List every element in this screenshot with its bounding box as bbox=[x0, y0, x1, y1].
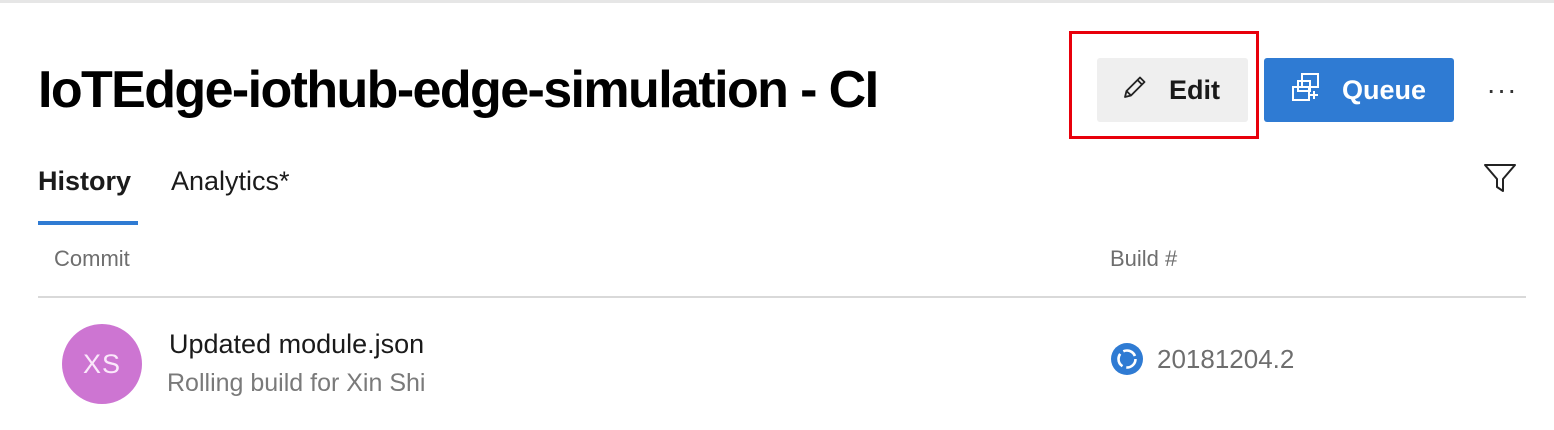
edit-button[interactable]: Edit bbox=[1097, 58, 1248, 122]
tab-history[interactable]: History bbox=[38, 164, 131, 198]
more-icon[interactable]: ··· bbox=[1482, 72, 1522, 108]
in-progress-icon bbox=[1111, 343, 1143, 375]
build-number[interactable]: 20181204.2 bbox=[1157, 343, 1294, 375]
queue-button[interactable]: Queue bbox=[1264, 58, 1454, 122]
column-header-commit[interactable]: Commit bbox=[54, 245, 130, 273]
pencil-icon bbox=[1121, 73, 1149, 108]
queue-button-label: Queue bbox=[1342, 74, 1427, 105]
queue-icon bbox=[1290, 71, 1322, 110]
commit-message[interactable]: Updated module.json bbox=[169, 327, 424, 361]
tab-analytics[interactable]: Analytics* bbox=[171, 164, 290, 198]
header-divider bbox=[38, 296, 1526, 298]
top-border bbox=[0, 0, 1554, 3]
edit-button-label: Edit bbox=[1169, 74, 1220, 105]
commit-subtitle: Rolling build for Xin Shi bbox=[167, 369, 426, 397]
tab-history-indicator bbox=[38, 221, 138, 225]
page-title: IoTEdge-iothub-edge-simulation - CI bbox=[38, 61, 879, 119]
column-header-build[interactable]: Build # bbox=[1110, 245, 1177, 273]
filter-icon[interactable] bbox=[1482, 160, 1518, 196]
avatar: XS bbox=[62, 324, 142, 404]
